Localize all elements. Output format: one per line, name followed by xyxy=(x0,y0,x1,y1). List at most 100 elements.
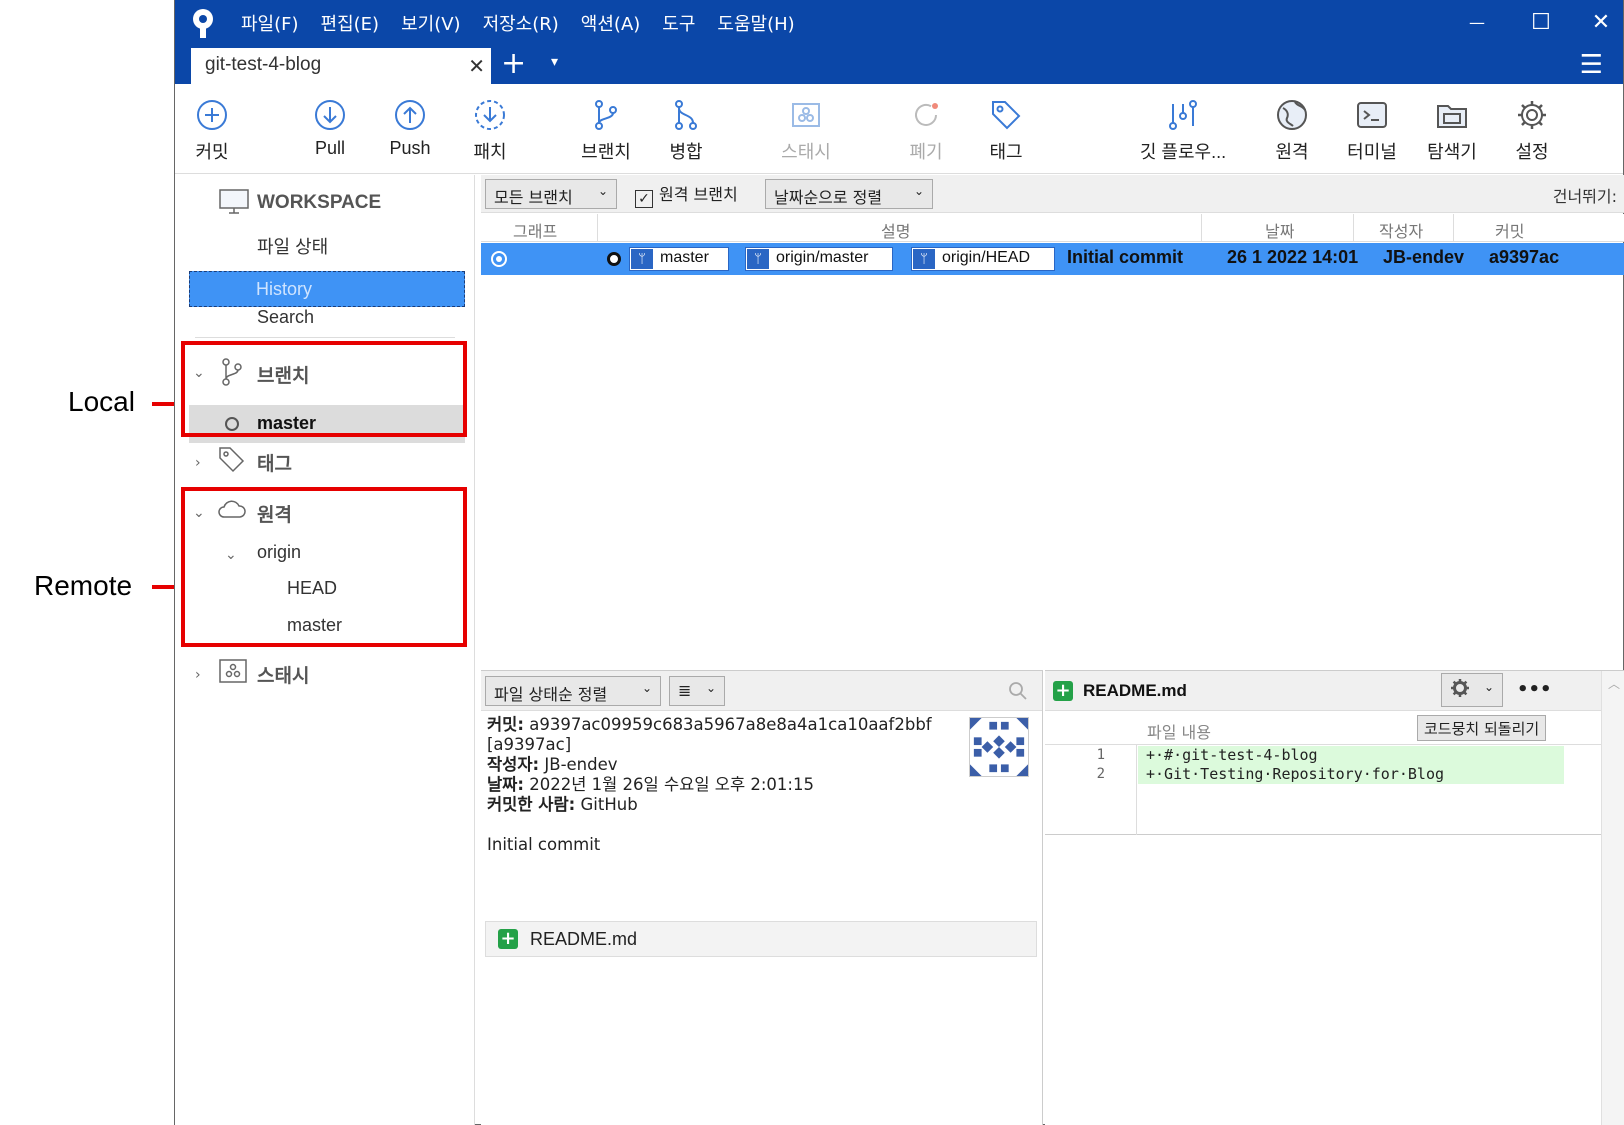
diff-header-label: 파일 내용 xyxy=(1147,723,1211,742)
commit-info: 커밋: a9397ac09959c683a5967a8e8a4a1ca10aaf… xyxy=(487,715,932,854)
tags-header[interactable]: 태그 xyxy=(257,449,292,476)
tab-dropdown-icon[interactable]: ▾ xyxy=(551,54,558,70)
column-graph[interactable]: 그래프 xyxy=(513,218,557,242)
menu-repository[interactable]: 저장소(R) xyxy=(483,10,559,36)
sidebar-item-history[interactable]: History xyxy=(189,271,465,307)
branch-filter-dropdown[interactable]: 모든 브랜치 ⌄ xyxy=(485,179,617,209)
globe-icon xyxy=(1277,100,1307,130)
gear-icon xyxy=(1518,101,1546,129)
column-divider[interactable] xyxy=(597,214,598,242)
column-date[interactable]: 날짜 xyxy=(1265,218,1294,242)
diff-line-added: +·#·git-test-4-blog xyxy=(1138,746,1564,765)
hamburger-menu-icon[interactable]: ☰ xyxy=(1580,50,1603,80)
sidebar-item-file-status[interactable]: 파일 상태 xyxy=(257,233,328,259)
discard-icon xyxy=(915,103,938,126)
view-mode-dropdown[interactable]: ≣ ⌄ xyxy=(669,676,725,706)
sidebar-item-history-label: History xyxy=(256,279,313,299)
author-avatar xyxy=(969,717,1029,777)
tags-expand-icon[interactable]: › xyxy=(195,455,201,471)
remote-button[interactable]: 원격 xyxy=(1247,98,1337,164)
commit-message: Initial commit xyxy=(1067,247,1184,267)
patch-icon xyxy=(475,100,505,130)
commit-icon xyxy=(197,100,227,130)
commit-message-detail: Initial commit xyxy=(487,835,601,854)
stashes-expand-icon[interactable]: › xyxy=(195,667,201,683)
commit-row[interactable]: ᛘ master ᛘ origin/master ᛘ origin/HEAD Init… xyxy=(481,243,1624,275)
new-tab-button[interactable]: + xyxy=(501,46,526,81)
stashes-header[interactable]: 스태시 xyxy=(257,661,309,688)
revert-hunk-button[interactable]: 코드뭉치 되돌리기 xyxy=(1417,715,1547,741)
commit-button[interactable]: 커밋 xyxy=(167,98,257,164)
file-sort-dropdown[interactable]: 파일 상태순 정렬 ⌄ xyxy=(485,676,661,706)
more-options-icon[interactable]: ••• xyxy=(1517,679,1552,700)
menu-view[interactable]: 보기(V) xyxy=(401,10,460,36)
ref-badge-origin-head: ᛘ origin/HEAD xyxy=(911,247,1055,271)
maximize-button[interactable]: ☐ xyxy=(1519,8,1563,38)
column-divider[interactable] xyxy=(1201,214,1202,242)
column-description[interactable]: 설명 xyxy=(881,218,910,242)
history-column-header: 그래프 설명 날짜 작성자 커밋 xyxy=(481,214,1624,242)
column-divider[interactable] xyxy=(1353,214,1354,242)
chevron-down-icon: ⌄ xyxy=(705,681,716,695)
workspace-header: WORKSPACE xyxy=(257,192,382,213)
chevron-down-icon: ⌄ xyxy=(597,184,608,198)
merge-button[interactable]: 병합 xyxy=(641,98,731,164)
menu-file[interactable]: 파일(F) xyxy=(241,10,299,36)
menu-actions[interactable]: 액션(A) xyxy=(581,10,640,36)
explorer-icon xyxy=(1437,105,1467,128)
pull-button[interactable]: Pull xyxy=(285,98,375,159)
terminal-button[interactable]: 터미널 xyxy=(1327,98,1417,164)
column-author[interactable]: 작성자 xyxy=(1379,218,1423,242)
vertical-scrollbar[interactable]: ︿ xyxy=(1601,671,1624,1125)
merge-icon xyxy=(675,100,697,130)
skip-label: 건너뛰기: xyxy=(1552,187,1617,206)
stash-icon xyxy=(792,103,820,127)
tag-button[interactable]: 태그 xyxy=(961,98,1051,164)
gitflow-icon xyxy=(1169,100,1197,130)
menu-edit[interactable]: 편집(E) xyxy=(321,10,380,36)
discard-button[interactable]: 폐기 xyxy=(881,98,971,164)
scroll-up-icon[interactable]: ︿ xyxy=(1608,675,1620,692)
push-button[interactable]: Push xyxy=(365,98,455,159)
annotation-local: Local xyxy=(68,386,135,417)
patch-button[interactable]: 패치 xyxy=(445,98,535,164)
column-divider[interactable] xyxy=(1453,214,1454,242)
checkbox-checked-icon: ✓ xyxy=(635,190,653,208)
history-filter-bar: 모든 브랜치 ⌄ ✓ 원격 브랜치 날짜순으로 정렬 ⌄ 건너뛰기: xyxy=(481,175,1624,213)
chevron-down-icon: ⌄ xyxy=(641,681,652,695)
stash-button[interactable]: 스태시 xyxy=(761,98,851,164)
close-button[interactable]: ✕ xyxy=(1579,8,1623,38)
pull-icon xyxy=(315,100,345,130)
settings-button[interactable]: 설정 xyxy=(1487,98,1577,164)
repo-tab[interactable]: git-test-4-blog ✕ xyxy=(191,48,491,84)
diff-body: 1 2 +·#·git-test-4-blog +·Git·Testing·Re… xyxy=(1045,745,1624,835)
commit-author-detail: JB-endev xyxy=(544,755,618,774)
ref-badge-master: ᛘ master xyxy=(629,247,729,271)
menu-tools[interactable]: 도구 xyxy=(662,10,695,36)
annotation-remote: Remote xyxy=(34,570,133,601)
commit-date: 26 1 2022 14:01 xyxy=(1227,247,1359,267)
diff-options-dropdown[interactable]: ⌄ xyxy=(1441,673,1503,707)
search-icon[interactable] xyxy=(1008,681,1028,701)
title-bar: 파일(F) 편집(E) 보기(V) 저장소(R) 액션(A) 도구 도움말(H)… xyxy=(175,0,1623,84)
gitflow-button[interactable]: 깃 플로우... xyxy=(1123,98,1243,164)
chevron-down-icon: ⌄ xyxy=(913,184,924,198)
minimize-button[interactable]: — xyxy=(1455,8,1499,38)
terminal-icon xyxy=(1357,102,1387,128)
sort-dropdown[interactable]: 날짜순으로 정렬 ⌄ xyxy=(765,179,933,209)
changed-file-row[interactable]: + README.md xyxy=(485,921,1037,957)
tab-close-icon[interactable]: ✕ xyxy=(468,54,485,78)
file-added-icon: + xyxy=(1053,681,1073,701)
column-commit[interactable]: 커밋 xyxy=(1495,218,1524,242)
sidebar-item-search[interactable]: Search xyxy=(257,307,314,328)
diff-file-name: README.md xyxy=(1083,681,1187,700)
sidebar-separator xyxy=(195,337,455,338)
remote-branches-checkbox[interactable]: ✓ 원격 브랜치 xyxy=(635,181,738,208)
branch-button[interactable]: 브랜치 xyxy=(561,98,651,164)
local-highlight-box xyxy=(181,341,467,437)
explorer-button[interactable]: 탐색기 xyxy=(1407,98,1497,164)
branch-icon: ᛘ xyxy=(747,249,769,269)
diff-toolbar: + README.md ⌄ ••• xyxy=(1045,671,1624,711)
menu-help[interactable]: 도움말(H) xyxy=(717,10,794,36)
line-number: 1 xyxy=(1096,747,1105,763)
